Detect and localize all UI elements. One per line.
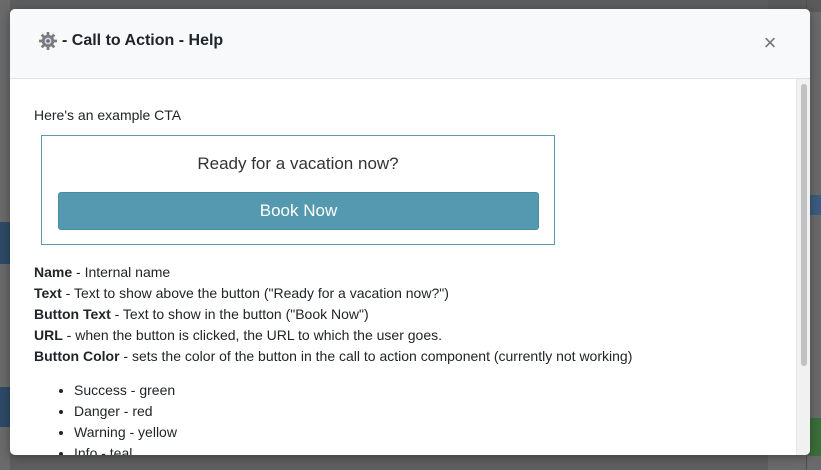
background-button bbox=[0, 222, 10, 264]
field-desc: - Text to show in the button ("Book Now"… bbox=[110, 306, 369, 322]
list-item: Info - teal bbox=[74, 443, 177, 455]
field-name: Button Color bbox=[34, 348, 120, 364]
cta-example-button[interactable]: Book Now bbox=[58, 192, 539, 230]
gear-icon bbox=[39, 32, 57, 50]
field-description: URL - when the button is clicked, the UR… bbox=[34, 325, 632, 346]
scrollbar-thumb[interactable] bbox=[801, 84, 807, 366]
field-descriptions: Name - Internal name Text - Text to show… bbox=[34, 262, 632, 367]
cta-example: Ready for a vacation now? Book Now bbox=[41, 135, 555, 245]
field-description: Button Color - sets the color of the but… bbox=[34, 346, 632, 367]
cta-example-text: Ready for a vacation now? bbox=[197, 154, 399, 173]
button-color-list: Success - green Danger - red Warning - y… bbox=[34, 380, 177, 455]
field-desc: - sets the color of the button in the ca… bbox=[119, 348, 633, 364]
field-name: Name bbox=[34, 264, 73, 280]
modal-body: Here's an example CTA Ready for a vacati… bbox=[10, 79, 796, 455]
field-desc: - Internal name bbox=[72, 264, 171, 280]
list-item: Warning - yellow bbox=[74, 422, 177, 443]
modal-header: - Call to Action - Help × bbox=[10, 9, 810, 79]
field-name: Button Text bbox=[34, 306, 111, 322]
intro-text: Here's an example CTA bbox=[34, 107, 182, 123]
background-button bbox=[0, 387, 10, 427]
modal-scrollbar[interactable] bbox=[796, 79, 810, 455]
close-button[interactable]: × bbox=[760, 32, 780, 56]
field-desc: - when the button is clicked, the URL to… bbox=[62, 327, 443, 343]
list-item: Success - green bbox=[74, 380, 177, 401]
modal-title-text: - Call to Action - Help bbox=[62, 32, 224, 49]
field-name: URL bbox=[34, 327, 63, 343]
field-description: Text - Text to show above the button ("R… bbox=[34, 283, 632, 304]
field-description: Name - Internal name bbox=[34, 262, 632, 283]
field-name: Text bbox=[34, 285, 62, 301]
field-desc: - Text to show above the button ("Ready … bbox=[61, 285, 449, 301]
help-modal: - Call to Action - Help × Here's an exam… bbox=[10, 9, 810, 455]
list-item: Danger - red bbox=[74, 401, 177, 422]
modal-title: - Call to Action - Help bbox=[38, 31, 223, 51]
field-description: Button Text - Text to show in the button… bbox=[34, 304, 632, 325]
